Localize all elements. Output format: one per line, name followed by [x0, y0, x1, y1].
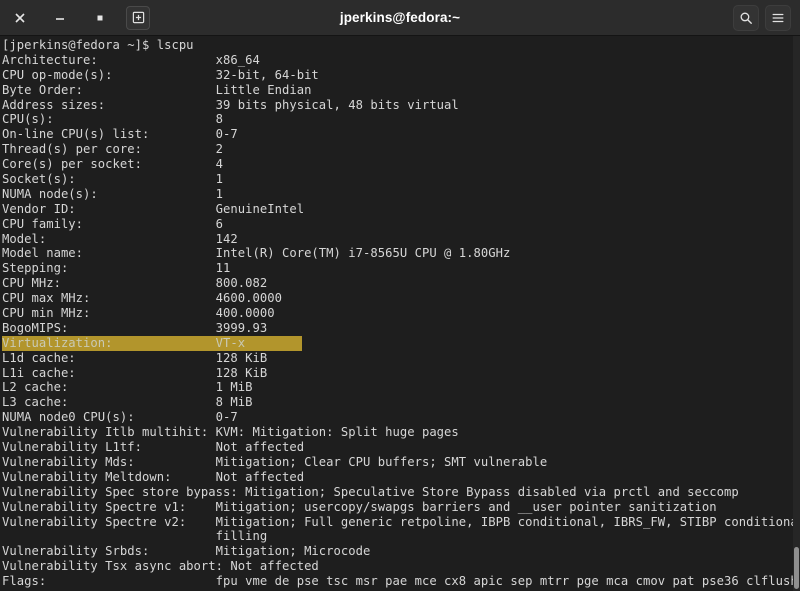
- terminal-row-virtualization: Virtualization: VT-x: [2, 336, 302, 351]
- terminal-row-bogomips: BogoMIPS: 3999.93: [2, 321, 800, 336]
- terminal-window: jperkins@fedora:~ [jperkins@fedora ~]$ l…: [0, 0, 800, 591]
- close-icon: [15, 13, 25, 23]
- terminal-text: [jperkins@fedora ~]$ lscpuArchitecture: …: [2, 38, 800, 589]
- hamburger-menu-icon: [771, 11, 785, 25]
- terminal-row-address-sizes: Address sizes: 39 bits physical, 48 bits…: [2, 98, 800, 113]
- terminal-row-vulnerability-spectre-v2: Vulnerability Spectre v2: Mitigation; Fu…: [2, 515, 800, 530]
- new-terminal-icon: [132, 11, 145, 24]
- terminal-row-vendor-id: Vendor ID: GenuineIntel: [2, 202, 800, 217]
- close-button[interactable]: [6, 6, 34, 30]
- scrollbar-thumb[interactable]: [794, 547, 799, 589]
- terminal-prompt-line: [jperkins@fedora ~]$ lscpu: [2, 38, 800, 53]
- terminal-row-vulnerability-meltdown: Vulnerability Meltdown: Not affected: [2, 470, 800, 485]
- menu-button[interactable]: [765, 5, 791, 31]
- terminal-output-area[interactable]: [jperkins@fedora ~]$ lscpuArchitecture: …: [0, 36, 800, 591]
- terminal-row-vulnerability-spec-store-bypass: Vulnerability Spec store bypass: Mitigat…: [2, 485, 800, 500]
- terminal-row-stepping: Stepping: 11: [2, 261, 800, 276]
- vertical-scrollbar[interactable]: [793, 36, 800, 591]
- terminal-row-vulnerability-srbds: Vulnerability Srbds: Mitigation; Microco…: [2, 544, 800, 559]
- terminal-row-cpu-family: CPU family: 6: [2, 217, 800, 232]
- terminal-row-cpu-op-mode-s: CPU op-mode(s): 32-bit, 64-bit: [2, 68, 800, 83]
- maximize-button[interactable]: [86, 6, 114, 30]
- terminal-row-architecture: Architecture: x86_64: [2, 53, 800, 68]
- terminal-row-vulnerability-l1tf: Vulnerability L1tf: Not affected: [2, 440, 800, 455]
- terminal-row-on-line-cpu-s-list: On-line CPU(s) list: 0-7: [2, 127, 800, 142]
- title-bar: jperkins@fedora:~: [0, 0, 800, 36]
- terminal-row-socket-s: Socket(s): 1: [2, 172, 800, 187]
- terminal-row-core-s-per-socket: Core(s) per socket: 4: [2, 157, 800, 172]
- terminal-row-byte-order: Byte Order: Little Endian: [2, 83, 800, 98]
- terminal-row-model-name: Model name: Intel(R) Core(TM) i7-8565U C…: [2, 246, 800, 261]
- terminal-row-continuation: filling: [2, 529, 800, 544]
- minimize-icon: [55, 13, 65, 23]
- terminal-row-numa-node0-cpu-s: NUMA node0 CPU(s): 0-7: [2, 410, 800, 425]
- terminal-row-cpu-s: CPU(s): 8: [2, 112, 800, 127]
- terminal-row-flags: Flags: fpu vme de pse tsc msr pae mce cx…: [2, 574, 800, 589]
- terminal-row-cpu-max-mhz: CPU max MHz: 4600.0000: [2, 291, 800, 306]
- search-icon: [739, 11, 753, 25]
- new-terminal-button[interactable]: [126, 6, 150, 30]
- terminal-row-thread-s-per-core: Thread(s) per core: 2: [2, 142, 800, 157]
- terminal-row-vulnerability-spectre-v1: Vulnerability Spectre v1: Mitigation; us…: [2, 500, 800, 515]
- window-controls-left: [0, 6, 150, 30]
- minimize-button[interactable]: [46, 6, 74, 30]
- search-button[interactable]: [733, 5, 759, 31]
- terminal-row-vulnerability-tsx-async-abort: Vulnerability Tsx async abort: Not affec…: [2, 559, 800, 574]
- terminal-row-model: Model: 142: [2, 232, 800, 247]
- terminal-row-numa-node-s: NUMA node(s): 1: [2, 187, 800, 202]
- terminal-row-l1i-cache: L1i cache: 128 KiB: [2, 366, 800, 381]
- terminal-row-vulnerability-itlb-multihit: Vulnerability Itlb multihit: KVM: Mitiga…: [2, 425, 800, 440]
- maximize-icon: [95, 13, 105, 23]
- terminal-row-l3-cache: L3 cache: 8 MiB: [2, 395, 800, 410]
- terminal-row-cpu-mhz: CPU MHz: 800.082: [2, 276, 800, 291]
- terminal-row-cpu-min-mhz: CPU min MHz: 400.0000: [2, 306, 800, 321]
- terminal-row-l2-cache: L2 cache: 1 MiB: [2, 380, 800, 395]
- terminal-row-vulnerability-mds: Vulnerability Mds: Mitigation; Clear CPU…: [2, 455, 800, 470]
- terminal-row-l1d-cache: L1d cache: 128 KiB: [2, 351, 800, 366]
- window-controls-right: [733, 5, 800, 31]
